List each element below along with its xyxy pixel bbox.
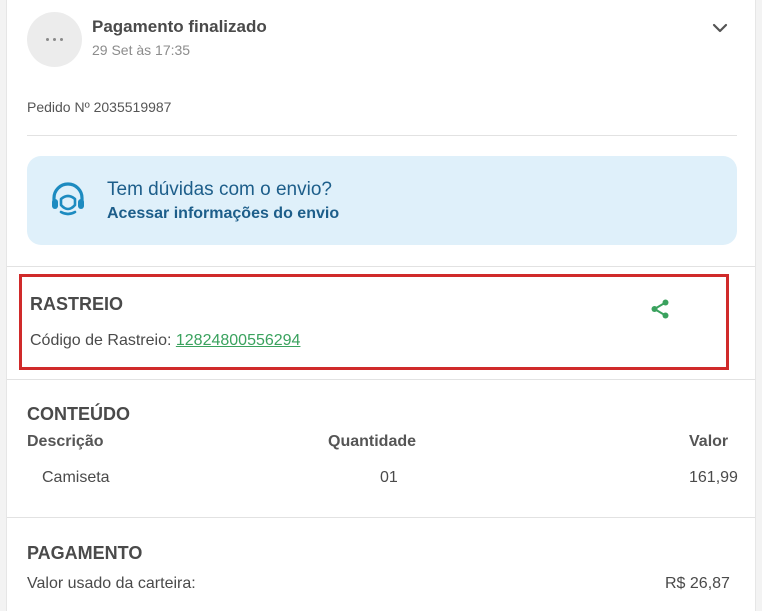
divider xyxy=(27,135,737,136)
shipping-help-banner[interactable]: Tem dúvidas com o envio? Acessar informa… xyxy=(27,156,737,245)
divider xyxy=(7,517,755,518)
status-title: Pagamento finalizado xyxy=(92,17,267,36)
content-title: CONTEÚDO xyxy=(27,404,130,424)
column-header-quantity: Quantidade xyxy=(328,433,417,450)
more-options-avatar[interactable] xyxy=(27,12,82,67)
headset-icon xyxy=(52,182,84,216)
tracking-title: RASTREIO xyxy=(30,294,124,314)
tracking-section: RASTREIO Código de Rastreio: 12824800556… xyxy=(19,274,729,370)
status-date: 29 Set às 17:35 xyxy=(92,42,191,58)
tracking-code-label: Código de Rastreio: xyxy=(30,332,172,349)
share-icon[interactable] xyxy=(649,298,671,320)
shipping-info-link[interactable]: Acessar informações do envio xyxy=(107,205,339,223)
column-header-description: Descrição xyxy=(27,433,104,450)
order-number: Pedido Nº 2035519987 xyxy=(27,99,172,115)
wallet-value: R$ 26,87 xyxy=(665,575,730,592)
order-card: Pagamento finalizado 29 Set às 17:35 Ped… xyxy=(6,0,756,611)
more-dots-icon xyxy=(46,38,63,41)
payment-title: PAGAMENTO xyxy=(27,543,143,563)
item-description: Camiseta xyxy=(42,469,110,486)
tracking-line: Código de Rastreio: 12824800556294 xyxy=(30,332,300,350)
divider xyxy=(7,266,755,267)
banner-question: Tem dúvidas com o envio? xyxy=(107,179,332,200)
item-quantity: 01 xyxy=(380,469,398,486)
chevron-down-icon[interactable] xyxy=(710,18,730,38)
wallet-label: Valor usado da carteira: xyxy=(27,575,196,592)
tracking-code-link[interactable]: 12824800556294 xyxy=(176,332,301,349)
column-header-value: Valor xyxy=(689,433,729,450)
item-value: 161,99 xyxy=(689,469,738,486)
divider xyxy=(7,379,755,380)
